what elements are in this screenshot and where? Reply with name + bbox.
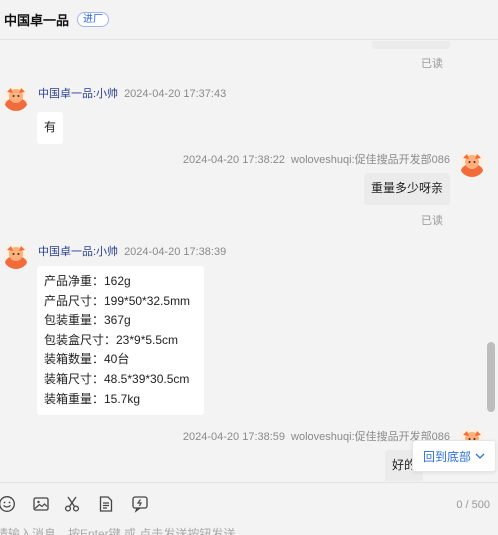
timestamp: 2024-04-20 17:38:39 [124,246,227,258]
message-input[interactable]: 请输入消息，按Enter键 或 点击发送按钮发送 [0,525,235,535]
message-bubble: 有 [37,112,64,144]
message-line: 产品净重：162g [44,274,131,288]
scissors-icon[interactable] [63,495,81,513]
previous-message-bubble [372,41,450,49]
quick-reply-icon[interactable] [131,495,149,513]
document-icon[interactable] [97,495,115,513]
timestamp: 2024-04-20 17:38:22 [182,154,286,166]
message-meta: 2024-04-20 17:38:22 woloveshuqi:促佳搜品开发部08… [183,151,450,167]
sender-name: 中国卓一品:小帅 [38,246,119,258]
read-status: 已读 [421,58,443,70]
chat-header: 中国卓一品 进厂 [0,0,498,40]
message-bubble: 产品净重：162g 产品尺寸：199*50*32.5mm 包装重量：367g 包… [37,266,204,416]
message-line: 装箱数量：40台 [44,352,130,367]
shop-name: 中国卓一品 [4,13,70,28]
sender-name: 中国卓一品:小帅 [38,88,119,100]
read-status: 已读 [421,215,443,227]
message-line: 装箱尺寸：48.5*39*30.5cm [44,371,190,386]
sender-name: woloveshuqi:促佳搜品开发部086 [291,154,450,166]
image-icon[interactable] [32,495,50,513]
message-line: 包装重量：367g [44,313,131,328]
message-meta: 2024-04-20 17:38:59 woloveshuqi:促佳搜品开发部08… [183,428,450,444]
timestamp: 2024-04-20 17:37:43 [124,88,227,100]
back-to-bottom-button[interactable]: 回到底部 [412,440,496,472]
char-counter: 0 / 500 [456,499,490,511]
message-list[interactable]: 已读 中国卓一品:小帅 2024-04-20 17:37:43 有 2024-04… [0,41,498,481]
message-meta: 中国卓一品:小帅 2024-04-20 17:38:39 [38,243,226,259]
status-badge: 进厂 [77,12,110,27]
message-bubble: 重量多少呀亲 [363,173,450,205]
message-line: 产品尺寸：199*50*32.5mm [44,293,191,308]
avatar[interactable] [3,85,29,111]
avatar[interactable] [3,243,29,269]
chat-scrollbar[interactable] [487,342,495,412]
emoji-icon[interactable] [0,495,16,513]
chevron-down-icon [475,453,485,459]
message-meta: 中国卓一品:小帅 2024-04-20 17:37:43 [38,85,226,101]
message-composer: 0 / 500 请输入消息，按Enter键 或 点击发送按钮发送 [0,482,498,535]
message-line: 装箱重量：15.7kg [44,391,141,406]
avatar[interactable] [459,151,485,177]
timestamp: 2024-04-20 17:38:59 [182,431,286,443]
back-to-bottom-label: 回到底部 [422,449,471,464]
message-line: 包装盒尺寸：23*9*5.5cm [44,332,179,347]
